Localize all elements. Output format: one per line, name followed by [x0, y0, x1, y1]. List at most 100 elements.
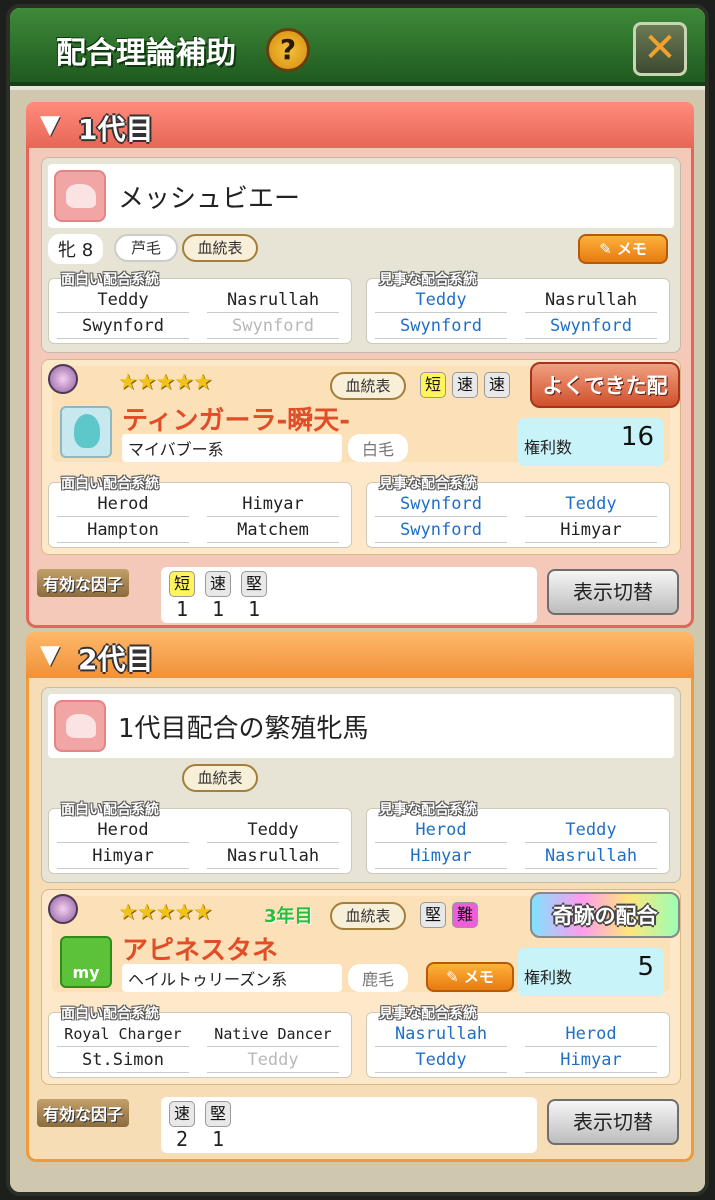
rights-label: 権利数 — [524, 968, 573, 987]
splendid-line: Nasrullah — [375, 1021, 507, 1047]
interesting-line: Swynford — [57, 313, 189, 339]
effective-factor-count: 1 — [247, 597, 261, 621]
generation-1-title: 1代目 — [78, 113, 154, 146]
dialog-title: 配合理論補助 — [56, 36, 236, 71]
dialog-frame: 配合理論補助 ? ✕ ▼ 1代目 メッシュビエー 牝 8 芦毛 血統表 ✎ メモ — [6, 4, 709, 1196]
splendid-line: Teddy — [375, 287, 507, 313]
sire-name: アピネスタネ — [122, 936, 279, 966]
sire-pedigree-button[interactable]: 血統表 — [330, 902, 406, 930]
mare-horse-icon — [54, 170, 106, 222]
rights-label: 権利数 — [524, 438, 573, 457]
generation-2-title: 2代目 — [78, 643, 154, 676]
sire-star-rating: ★★★★★ — [118, 900, 213, 925]
splendid-lines-label: 見事な配合系統 — [379, 1006, 477, 1022]
effective-factor: 堅 — [241, 571, 267, 597]
sire-panel: ★★★★★ 血統表 短 速 速 よくできた配合 ティンガーラ-瞬天- マイバブー… — [41, 359, 681, 555]
splendid-line: Nasrullah — [525, 287, 657, 313]
interesting-line: Swynford — [207, 313, 339, 339]
interesting-line: Teddy — [207, 1047, 339, 1073]
pairing-quality-badge: よくできた配合 — [530, 362, 680, 442]
mare-panel: 1代目配合の繁殖牝馬 血統表 面白い配合系統 Herod Teddy Himya… — [41, 687, 681, 883]
effective-factor-count: 2 — [175, 1127, 189, 1151]
interesting-line: Teddy — [57, 287, 189, 313]
sire-name: ティンガーラ-瞬天- — [122, 406, 351, 436]
effective-factor-count: 1 — [211, 1127, 225, 1151]
title-bar: 配合理論補助 ? ✕ — [10, 8, 705, 86]
rights-value: 16 — [620, 422, 654, 452]
sire-portrait-icon — [60, 406, 112, 458]
interesting-line: Native Dancer — [207, 1021, 339, 1047]
mare-splendid-lines: 見事な配合系統 Teddy Nasrullah Swynford Swynfor… — [366, 272, 670, 344]
mare-pedigree-button[interactable]: 血統表 — [182, 764, 258, 792]
mare-horse-icon — [54, 700, 106, 752]
memo-label: メモ — [463, 968, 494, 986]
mare-panel: メッシュビエー 牝 8 芦毛 血統表 ✎ メモ 面白い配合系統 Teddy Na… — [41, 157, 681, 353]
memo-label: メモ — [616, 240, 647, 258]
sire-factor: 堅 — [420, 902, 446, 928]
rights-box: 権利数 16 — [518, 418, 664, 466]
help-button[interactable]: ? — [266, 28, 310, 72]
effective-factors-label: 有効な因子 — [37, 569, 130, 597]
sire-memo-button[interactable]: ✎ メモ — [426, 962, 514, 992]
interesting-line: St.Simon — [57, 1047, 189, 1073]
interesting-line: Himyar — [57, 843, 189, 869]
mare-interesting-lines: 面白い配合系統 Herod Teddy Himyar Nasrullah — [48, 802, 352, 874]
display-toggle-button[interactable]: 表示切替 — [547, 569, 679, 615]
effective-factor-count: 1 — [175, 597, 189, 621]
sire-panel: ★★★★★ 3年目 血統表 堅 難 奇跡の配合 my アピネスタネ ヘイルトゥリ… — [41, 889, 681, 1085]
pencil-icon: ✎ — [599, 240, 617, 258]
interesting-line: Nasrullah — [207, 843, 339, 869]
generation-1-section: ▼ 1代目 メッシュビエー 牝 8 芦毛 血統表 ✎ メモ 面白い配合系統 Te… — [26, 102, 694, 628]
splendid-line: Himyar — [375, 843, 507, 869]
sire-pedigree-button[interactable]: 血統表 — [330, 372, 406, 400]
sire-interesting-lines: 面白い配合系統 Royal Charger Native Dancer St.S… — [48, 1006, 352, 1078]
mare-pedigree-button[interactable]: 血統表 — [182, 234, 258, 262]
display-toggle-button[interactable]: 表示切替 — [547, 1099, 679, 1145]
sire-factor: 速 — [452, 372, 478, 398]
splendid-line: Teddy — [375, 1047, 507, 1073]
rights-box: 権利数 5 — [518, 948, 664, 996]
collapse-triangle-icon: ▼ — [40, 110, 60, 140]
splendid-line: Nasrullah — [525, 843, 657, 869]
mare-coat: 芦毛 — [114, 234, 178, 262]
splendid-line: Teddy — [525, 817, 657, 843]
interesting-line: Herod — [57, 817, 189, 843]
effective-factor: 速 — [205, 571, 231, 597]
sire-coat: 鹿毛 — [348, 964, 409, 992]
sire-factor: 難 — [452, 902, 478, 928]
splendid-line: Swynford — [525, 313, 657, 339]
interesting-line: Herod — [57, 491, 189, 517]
interesting-line: Teddy — [207, 817, 339, 843]
rights-value: 5 — [637, 952, 654, 982]
effective-factor: 短 — [169, 571, 195, 597]
sire-line: マイバブー系 — [122, 434, 342, 462]
sire-coat: 白毛 — [348, 434, 409, 462]
effective-factors-label: 有効な因子 — [37, 1099, 130, 1127]
pairing-quality-badge: 奇跡の配合 — [530, 892, 680, 938]
generation-1-header[interactable]: ▼ 1代目 — [26, 102, 694, 148]
sire-star-rating: ★★★★★ — [118, 370, 213, 395]
interesting-line: Matchem — [207, 517, 339, 543]
sire-orb-icon — [48, 364, 78, 394]
effective-factor: 速 — [169, 1101, 195, 1127]
sire-splendid-lines: 見事な配合系統 Swynford Teddy Swynford Himyar — [366, 476, 670, 548]
mare-name: 1代目配合の繁殖牝馬 — [118, 714, 369, 744]
interesting-line: Royal Charger — [57, 1021, 189, 1047]
mare-name-box: 1代目配合の繁殖牝馬 — [48, 694, 674, 758]
content-scroll-area[interactable]: ▼ 1代目 メッシュビエー 牝 8 芦毛 血統表 ✎ メモ 面白い配合系統 Te… — [10, 90, 705, 1192]
interesting-lines-label: 面白い配合系統 — [61, 802, 159, 818]
sire-factor: 速 — [484, 372, 510, 398]
close-button[interactable]: ✕ — [633, 22, 687, 76]
splendid-lines-label: 見事な配合系統 — [379, 802, 477, 818]
mare-memo-button[interactable]: ✎ メモ — [578, 234, 668, 264]
splendid-line: Swynford — [375, 491, 507, 517]
sire-year-badge: 3年目 — [264, 906, 313, 927]
sire-orb-icon — [48, 894, 78, 924]
generation-2-header[interactable]: ▼ 2代目 — [26, 632, 694, 678]
mare-name: メッシュビエー — [118, 184, 301, 214]
sire-line: ヘイルトゥリーズン系 — [122, 964, 342, 992]
mare-name-box: メッシュビエー — [48, 164, 674, 228]
splendid-line: Herod — [375, 817, 507, 843]
splendid-line: Herod — [525, 1021, 657, 1047]
splendid-line: Swynford — [375, 517, 507, 543]
